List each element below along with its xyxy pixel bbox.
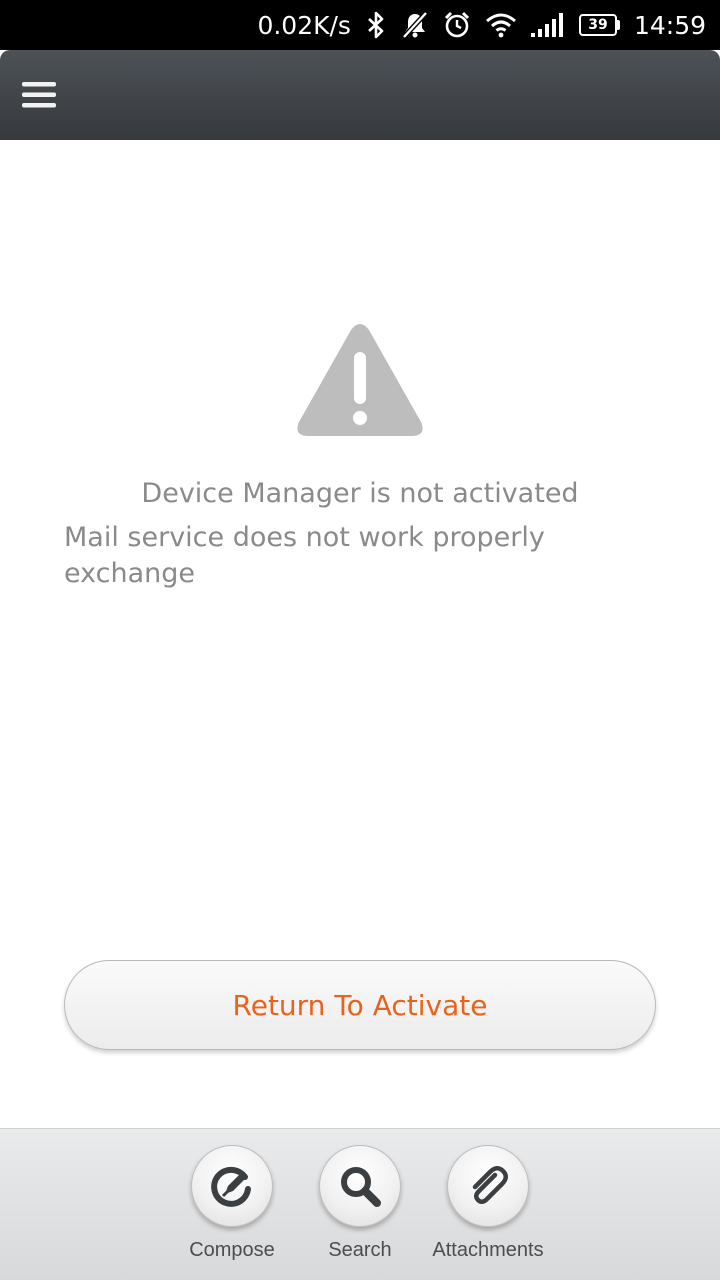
- notifications-muted-icon: [401, 0, 429, 50]
- alarm-icon: [443, 0, 471, 50]
- battery-level: 39: [578, 14, 617, 36]
- network-speed: 0.02K/s: [257, 10, 351, 40]
- status-time: 14:59: [633, 10, 706, 40]
- hamburger-menu-icon: [22, 82, 56, 108]
- compose-button[interactable]: Compose: [162, 1145, 302, 1262]
- search-icon: [341, 1167, 381, 1207]
- paperclip-icon: [472, 1166, 508, 1204]
- compose-label: Compose: [189, 1239, 275, 1261]
- attachments-label: Attachments: [432, 1239, 544, 1261]
- status-bar: 0.02K/s 39 14:59: [0, 0, 720, 50]
- status-description: Mail service does not work properly exch…: [64, 520, 664, 592]
- search-button-circle[interactable]: [319, 1145, 401, 1227]
- return-to-activate-button[interactable]: Return To Activate: [64, 960, 656, 1050]
- menu-button[interactable]: [16, 72, 62, 118]
- signal-icon: [530, 0, 565, 50]
- compose-icon: [211, 1166, 251, 1207]
- bluetooth-icon: [365, 0, 387, 50]
- app-header: [0, 50, 720, 140]
- status-title: Device Manager is not activated: [141, 478, 579, 509]
- description-line: exchange: [64, 558, 196, 589]
- bottom-toolbar: Compose Search Attachments: [0, 1128, 720, 1280]
- wifi-icon: [485, 0, 517, 50]
- compose-button-circle[interactable]: [191, 1145, 273, 1227]
- search-button[interactable]: Search: [290, 1145, 430, 1262]
- attachments-button[interactable]: Attachments: [418, 1145, 558, 1262]
- warning-triangle-icon: [293, 322, 427, 440]
- attachments-button-circle[interactable]: [447, 1145, 529, 1227]
- battery-icon: 39: [578, 14, 620, 36]
- description-line: Mail service does not work properly: [64, 522, 545, 553]
- search-label: Search: [328, 1239, 392, 1261]
